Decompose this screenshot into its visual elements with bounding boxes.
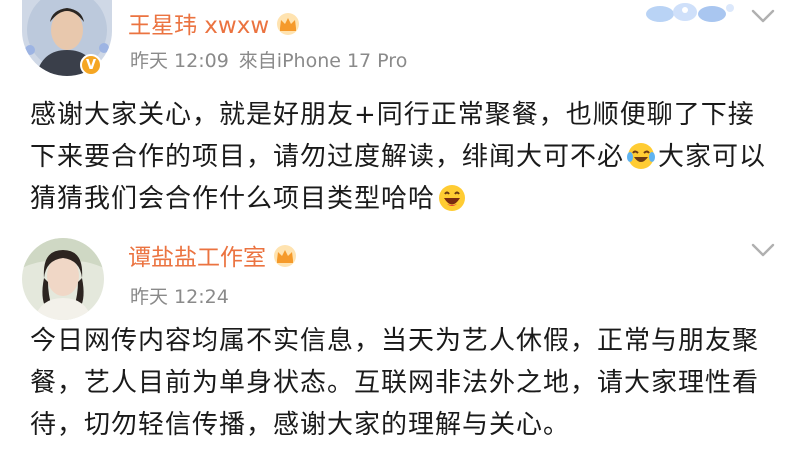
chevron-down-icon[interactable]: [750, 8, 776, 24]
post-text: 感谢大家关心，就是好朋友+同行正常聚餐，也顺便聊了下接下来要合作的项目，请勿过度…: [30, 100, 767, 214]
post-text: 今日网传内容均属不实信息，当天为艺人休假，正常与朋友聚餐，艺人目前为单身状态。互…: [30, 326, 760, 440]
grinning-emoji: [439, 185, 466, 211]
post-meta: 昨天 12:09 來自iPhone 17 Pro: [130, 46, 407, 73]
laughing-tears-emoji: [627, 143, 656, 169]
chevron-down-icon[interactable]: [750, 242, 776, 258]
v-verified-icon: V: [80, 54, 102, 76]
weibo-post-1: V 王星玮 xwxw 昨天 12:09 來自iPhone 17 Pro 感谢大家关…: [0, 0, 800, 228]
author-name[interactable]: 王星玮 xwxw: [128, 6, 301, 41]
author-name[interactable]: 谭盐盐工作室: [128, 238, 298, 273]
post-time: 昨天 12:24: [130, 286, 229, 308]
post-time: 昨天 12:09: [130, 50, 229, 72]
weibo-post-2: 谭盐盐工作室 昨天 12:24 今日网传内容均属不实信息，当天为艺人休假，正常与…: [0, 228, 800, 450]
crown-icon: [275, 13, 301, 41]
avatar[interactable]: [22, 238, 104, 320]
decoration-icon: [646, 3, 734, 22]
crown-icon: [272, 245, 298, 273]
post-meta: 昨天 12:24: [130, 282, 229, 309]
post-source: 來自iPhone 17 Pro: [238, 50, 408, 72]
